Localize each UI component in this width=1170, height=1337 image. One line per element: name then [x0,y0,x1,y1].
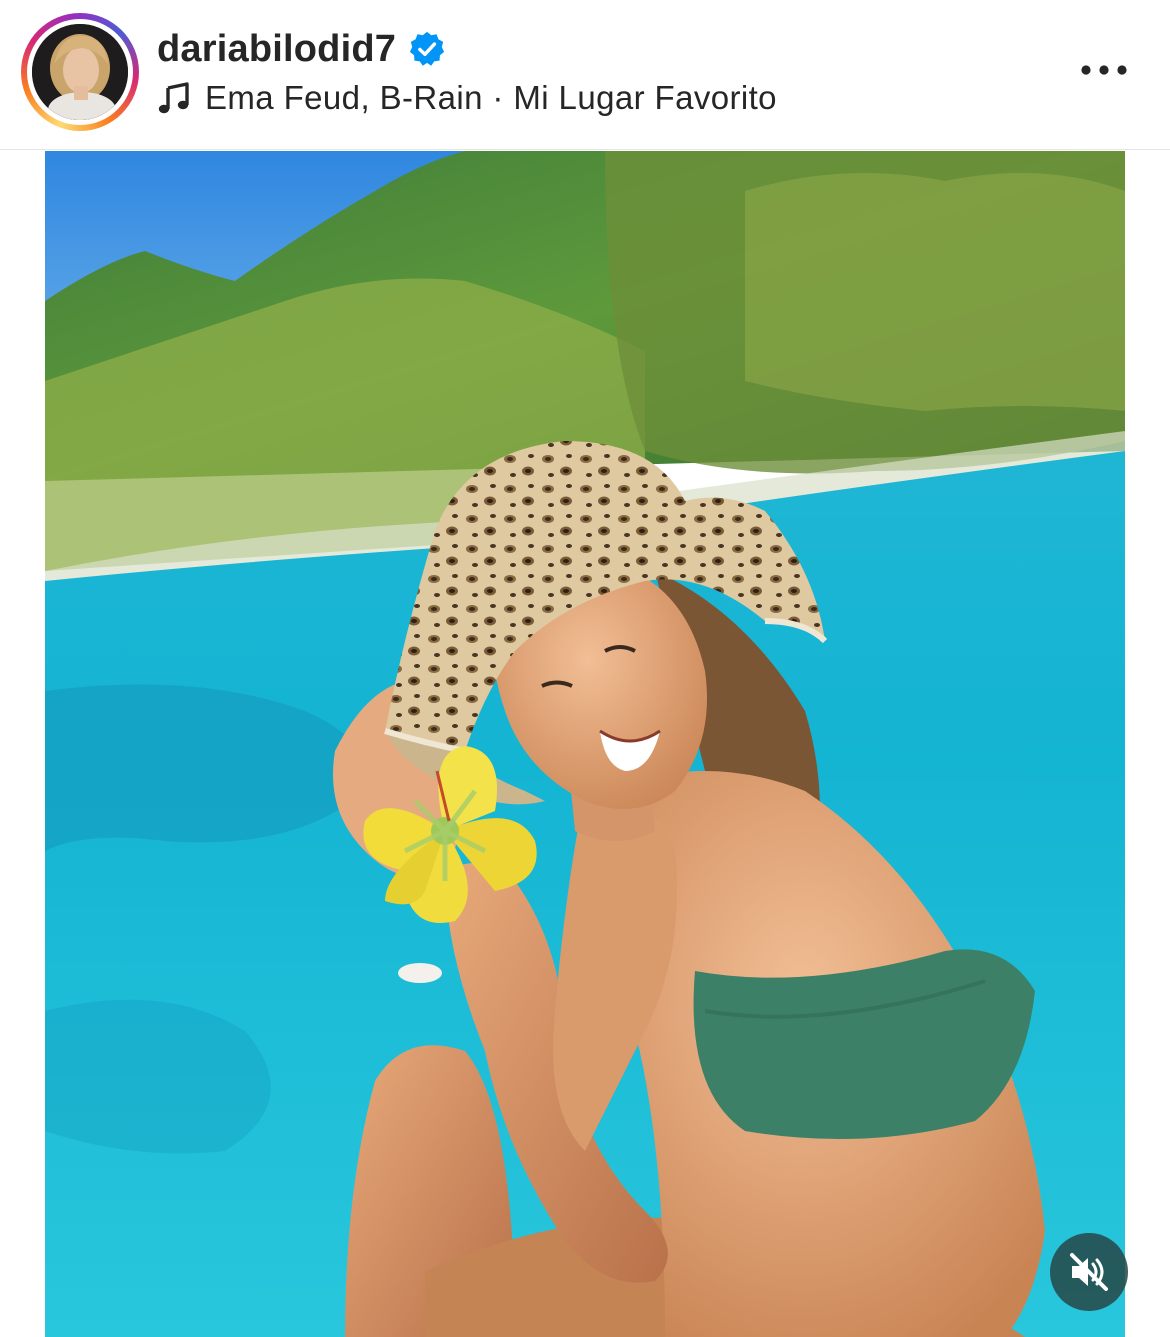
username-row: dariabilodid7 [157,24,446,74]
speaker-muted-icon [1070,1253,1108,1291]
music-track-label: Ema Feud, B-Rain · Mi Lugar Favorito [205,79,777,116]
post-media[interactable] [45,151,1125,1337]
post-header: dariabilodid7 Ema Feud, B-Rain · Mi Luga… [0,0,1170,150]
verified-badge-icon [409,31,445,66]
more-options-icon[interactable] [1074,50,1134,90]
audio-attribution[interactable]: Ema Feud, B-Rain · Mi Lugar Favorito [157,76,777,120]
post-photo [45,151,1125,1337]
avatar[interactable] [32,24,128,120]
music-note-icon [158,82,189,114]
avatar-image [32,24,128,120]
avatar-story-ring[interactable] [21,13,139,131]
avatar-border [27,19,133,125]
mute-toggle-button[interactable] [1050,1233,1128,1311]
username[interactable]: dariabilodid7 [157,28,396,71]
